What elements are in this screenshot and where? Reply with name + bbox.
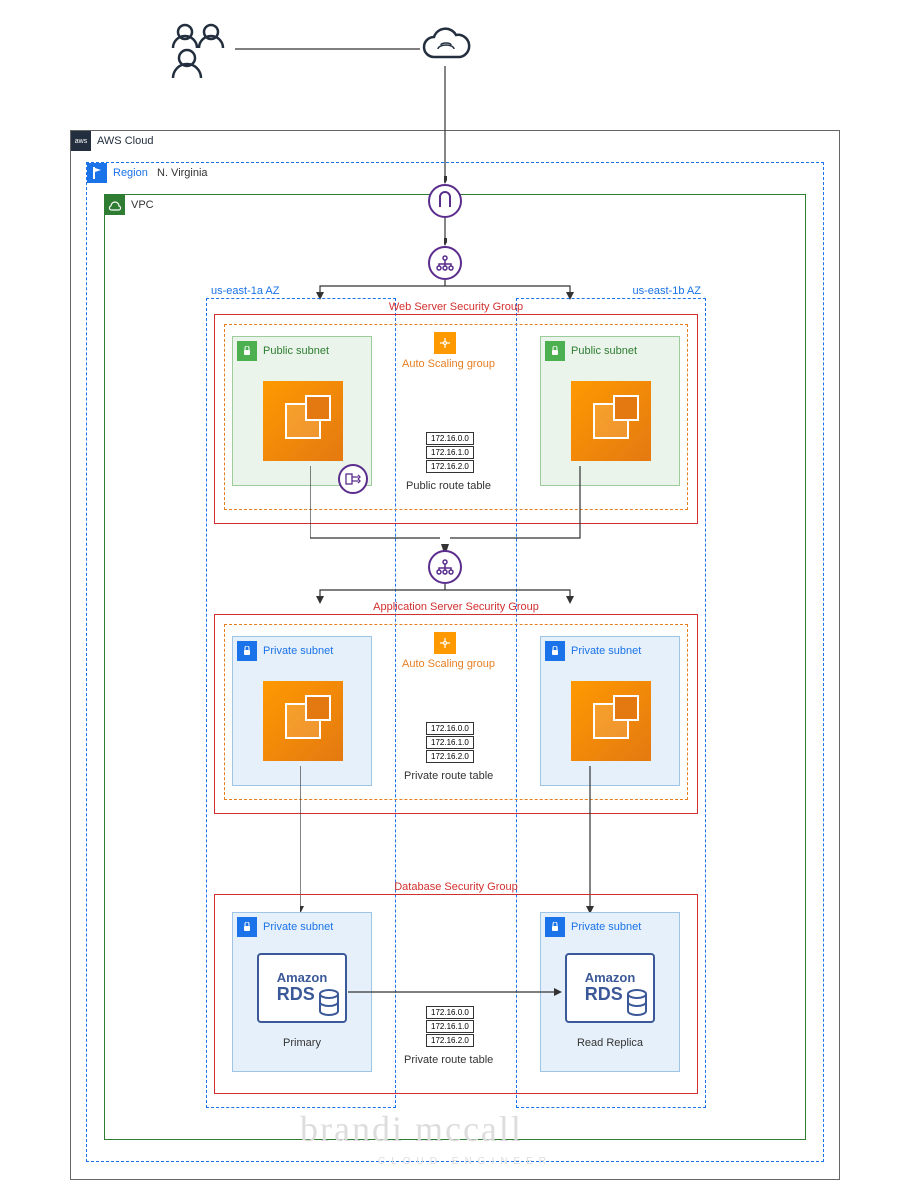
asg-icon bbox=[434, 332, 456, 354]
app-asg-label: Auto Scaling group bbox=[402, 658, 495, 670]
region-icon bbox=[87, 163, 107, 183]
ec2-icon bbox=[571, 381, 651, 461]
rds-brand2: RDS bbox=[277, 984, 315, 1004]
lock-icon bbox=[237, 641, 257, 661]
connector-line bbox=[444, 66, 447, 184]
route-entry: 172.16.2.0 bbox=[426, 750, 474, 763]
route-entry: 172.16.0.0 bbox=[426, 1006, 474, 1019]
web-sg-label: Web Server Security Group bbox=[389, 301, 523, 313]
lock-icon bbox=[237, 917, 257, 937]
rds-brand: Amazon bbox=[585, 970, 636, 985]
rds-icon: AmazonRDS bbox=[257, 953, 347, 1023]
vpc-label: VPC bbox=[131, 199, 154, 211]
connector-line bbox=[348, 988, 562, 996]
internet-gateway-icon bbox=[428, 184, 462, 218]
private-route-table-app: 172.16.0.0 172.16.1.0 172.16.2.0 bbox=[426, 722, 474, 763]
public-subnet-b: Public subnet bbox=[540, 336, 680, 486]
ec2-icon bbox=[263, 381, 343, 461]
subnet-label: Private subnet bbox=[571, 645, 641, 657]
db-sg-label: Database Security Group bbox=[394, 881, 518, 893]
rds-role-label: Read Replica bbox=[577, 1037, 643, 1049]
lock-icon bbox=[545, 917, 565, 937]
az-b-label: us-east-1b AZ bbox=[633, 285, 701, 297]
private-subnet-a: Private subnet bbox=[232, 636, 372, 786]
rds-role-label: Primary bbox=[283, 1037, 321, 1049]
ec2-icon bbox=[571, 681, 651, 761]
subnet-label: Public subnet bbox=[263, 345, 329, 357]
subnet-label: Private subnet bbox=[571, 921, 641, 933]
ec2-icon bbox=[263, 681, 343, 761]
lock-icon bbox=[237, 341, 257, 361]
route-entry: 172.16.1.0 bbox=[426, 446, 474, 459]
lock-icon bbox=[545, 641, 565, 661]
route-entry: 172.16.2.0 bbox=[426, 1034, 474, 1047]
connector-line bbox=[310, 466, 600, 556]
users-icon bbox=[165, 20, 235, 80]
route-entry: 172.16.0.0 bbox=[426, 432, 474, 445]
vpc-icon bbox=[105, 195, 125, 215]
rds-brand2: RDS bbox=[585, 984, 623, 1004]
route-table-label: Private route table bbox=[404, 1054, 493, 1066]
private-route-table-db: 172.16.0.0 172.16.1.0 172.16.2.0 bbox=[426, 1006, 474, 1047]
subnet-label: Private subnet bbox=[263, 921, 333, 933]
route-entry: 172.16.1.0 bbox=[426, 736, 474, 749]
lock-icon bbox=[545, 341, 565, 361]
route-entry: 172.16.0.0 bbox=[426, 722, 474, 735]
az-a-label: us-east-1a AZ bbox=[211, 285, 279, 297]
region-name: N. Virginia bbox=[157, 167, 208, 179]
watermark-name: brandi mccall bbox=[300, 1108, 523, 1150]
route-entry: 172.16.1.0 bbox=[426, 1020, 474, 1033]
private-subnet-b: Private subnet bbox=[540, 636, 680, 786]
aws-logo-icon: aws bbox=[71, 131, 91, 151]
web-asg-label: Auto Scaling group bbox=[402, 358, 495, 370]
connector-line bbox=[235, 48, 420, 51]
subnet-label: Private subnet bbox=[263, 645, 333, 657]
connector-line bbox=[444, 218, 447, 246]
asg-icon bbox=[434, 632, 456, 654]
rds-icon: AmazonRDS bbox=[565, 953, 655, 1023]
connector-line bbox=[270, 568, 620, 604]
region-label: Region bbox=[113, 167, 148, 179]
app-sg-label: Application Server Security Group bbox=[373, 601, 539, 613]
rds-brand: Amazon bbox=[277, 970, 328, 985]
cloud-icon bbox=[418, 25, 474, 67]
aws-cloud-label: AWS Cloud bbox=[97, 135, 153, 147]
watermark-title: CLOUD ENGINEER bbox=[378, 1156, 552, 1167]
connector-line bbox=[270, 264, 620, 300]
subnet-label: Public subnet bbox=[571, 345, 637, 357]
